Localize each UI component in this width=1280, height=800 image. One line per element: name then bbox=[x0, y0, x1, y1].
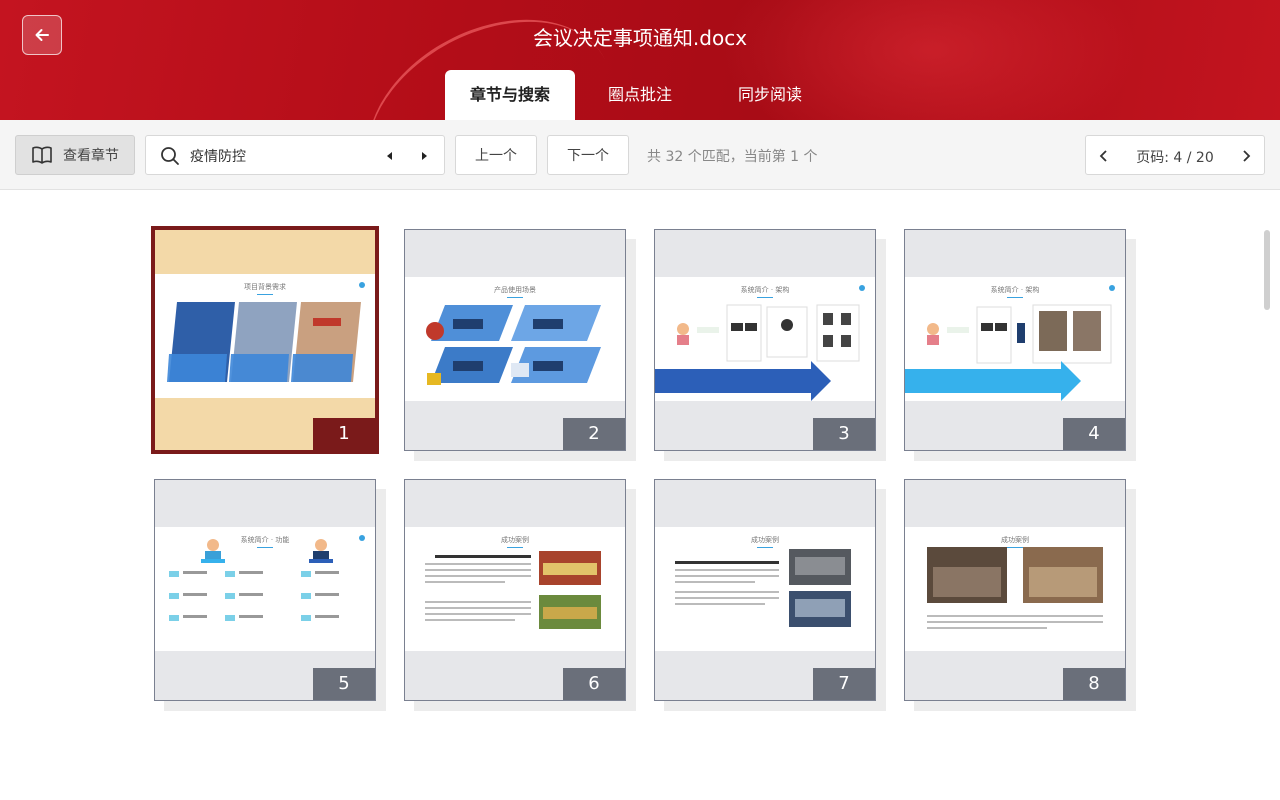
tab-annotations[interactable]: 圈点批注 bbox=[575, 70, 705, 120]
page-thumbnail[interactable]: 系统简介 · 功能 5 bbox=[154, 479, 386, 711]
page-navigator: 页码: 4 / 20 bbox=[1085, 135, 1265, 175]
thumbnail-frame: 成功案例 8 bbox=[904, 479, 1126, 701]
tab-sync-reading[interactable]: 同步阅读 bbox=[705, 70, 835, 120]
search-input[interactable] bbox=[190, 144, 370, 168]
tab-chapters-search[interactable]: 章节与搜索 bbox=[445, 70, 575, 120]
thumbnail-frame: 系统简介 · 架构 3 bbox=[654, 229, 876, 451]
slide-graphic bbox=[426, 305, 601, 385]
page-number-badge: 5 bbox=[313, 668, 375, 700]
page-number-badge: 7 bbox=[813, 668, 875, 700]
slide-graphic bbox=[675, 549, 851, 627]
document-title: 会议决定事项通知.docx bbox=[532, 26, 748, 50]
slide-graphic bbox=[169, 539, 339, 621]
slide-preview: 成功案例 bbox=[655, 527, 875, 651]
previous-match-button[interactable]: 上一个 bbox=[455, 135, 537, 175]
page-next-button[interactable] bbox=[1236, 146, 1256, 166]
slide-preview: 产品使用场景 bbox=[405, 277, 625, 401]
page-number-badge: 2 bbox=[563, 418, 625, 450]
triangle-right-icon bbox=[422, 152, 427, 160]
slide-graphic bbox=[905, 304, 1112, 401]
search-next-arrow[interactable] bbox=[414, 146, 434, 166]
page-number-badge: 6 bbox=[563, 668, 625, 700]
match-status: 共 32 个匹配，当前第 1 个 bbox=[647, 149, 818, 165]
view-chapters-button[interactable]: 查看章节 bbox=[15, 135, 135, 175]
page-thumbnail[interactable]: 成功案例 7 bbox=[654, 479, 886, 711]
view-chapters-label: 查看章节 bbox=[63, 148, 119, 164]
thumbnail-frame: 成功案例 7 bbox=[654, 479, 876, 701]
page-thumbnail[interactable]: 成功案例 8 bbox=[904, 479, 1136, 711]
slide-preview: 系统简介 · 功能 bbox=[155, 527, 375, 651]
slide-preview: 成功案例 bbox=[905, 527, 1125, 651]
thumbnail-frame: 系统简介 · 功能 5 bbox=[154, 479, 376, 701]
book-icon bbox=[32, 146, 52, 164]
toolbar: 查看章节 上一个 下一个 共 32 个匹配，当前第 1 个 页码: 4 / 20 bbox=[0, 120, 1280, 190]
page-thumbnail[interactable]: 项目背景需求 1 bbox=[151, 226, 379, 454]
thumbnail-frame: 产品使用场景 2 bbox=[404, 229, 626, 451]
next-match-button[interactable]: 下一个 bbox=[547, 135, 629, 175]
page-number-badge: 1 bbox=[313, 418, 375, 450]
page-number-badge: 4 bbox=[1063, 418, 1125, 450]
app-header: 会议决定事项通知.docx 章节与搜索 圈点批注 同步阅读 bbox=[0, 0, 1280, 120]
slide-graphic bbox=[927, 547, 1103, 629]
chevron-right-icon bbox=[1243, 150, 1251, 162]
page-thumbnail-grid: 项目背景需求 1 产品使用场景 2 系统简介 · 架构 3 系统简介 · 架构 … bbox=[0, 190, 1280, 800]
page-thumbnail[interactable]: 系统简介 · 架构 3 bbox=[654, 229, 886, 461]
slide-preview: 成功案例 bbox=[405, 527, 625, 651]
page-number-badge: 8 bbox=[1063, 668, 1125, 700]
search-box bbox=[145, 135, 445, 175]
page-thumbnail[interactable]: 产品使用场景 2 bbox=[404, 229, 636, 461]
page-thumbnail[interactable]: 成功案例 6 bbox=[404, 479, 636, 711]
thumbnail-frame: 项目背景需求 1 bbox=[151, 226, 379, 454]
slide-graphic bbox=[167, 302, 361, 382]
slide-preview: 项目背景需求 bbox=[155, 274, 375, 398]
page-number-badge: 3 bbox=[813, 418, 875, 450]
slide-graphic bbox=[655, 304, 860, 401]
thumbnail-frame: 成功案例 6 bbox=[404, 479, 626, 701]
triangle-left-icon bbox=[387, 152, 392, 160]
slide-preview: 系统简介 · 架构 bbox=[905, 277, 1125, 401]
slide-preview: 系统简介 · 架构 bbox=[655, 277, 875, 401]
page-thumbnail[interactable]: 系统简介 · 架构 4 bbox=[904, 229, 1136, 461]
vertical-scrollbar[interactable] bbox=[1264, 230, 1270, 310]
tab-bar: 章节与搜索 圈点批注 同步阅读 bbox=[445, 70, 835, 120]
slide-graphic bbox=[425, 551, 601, 629]
thumbnail-frame: 系统简介 · 架构 4 bbox=[904, 229, 1126, 451]
search-prev-arrow[interactable] bbox=[380, 146, 400, 166]
search-icon bbox=[161, 147, 179, 165]
